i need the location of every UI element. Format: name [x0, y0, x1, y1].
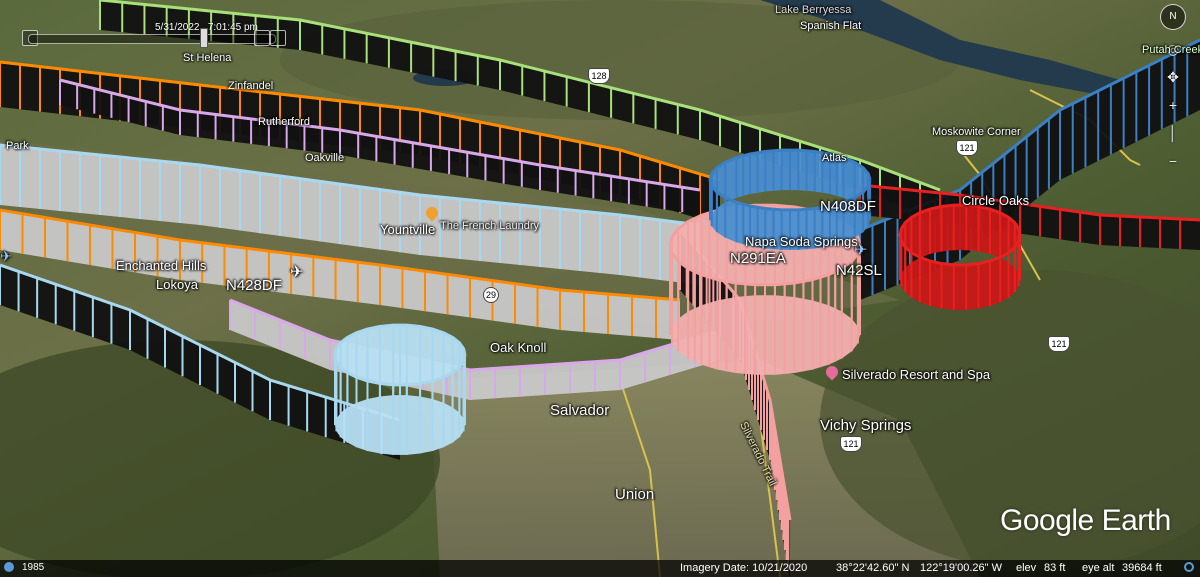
place-label[interactable]: Vichy Springs	[820, 417, 911, 434]
elev-value: 83 ft	[1044, 562, 1066, 574]
place-label[interactable]: Circle Oaks	[962, 193, 1029, 208]
aircraft-label[interactable]: N291EA	[730, 250, 786, 267]
place-label[interactable]: Union	[615, 486, 654, 503]
historical-year[interactable]: 1985	[18, 561, 48, 576]
place-label[interactable]: Spanish Flat	[800, 20, 861, 32]
place-label[interactable]: Lake Berryessa	[775, 4, 851, 16]
place-label[interactable]: Enchanted Hills	[116, 258, 206, 273]
airplane-icon[interactable]: ✈	[854, 240, 867, 260]
place-label[interactable]: Park	[6, 140, 29, 152]
place-label[interactable]: Putah Creek	[1142, 44, 1200, 56]
date-text: 5/31/2022	[155, 22, 200, 33]
place-label[interactable]: Atlas	[822, 152, 846, 164]
time-text: 7:01:45 pm	[207, 22, 258, 33]
longitude: 122°19'00.26" W	[920, 562, 1002, 574]
eye-alt-label: eye alt	[1082, 562, 1115, 574]
timestamp: 5/31/2022 7:01:45 pm	[155, 22, 258, 33]
slider-settings-button[interactable]	[270, 30, 286, 46]
airplane-icon[interactable]: ✈	[290, 262, 303, 282]
map-viewport[interactable]: 5/31/2022 7:01:45 pm N ◎ ✥ + │ − St Hele…	[0, 0, 1200, 577]
route-shield: 29	[483, 287, 499, 303]
place-label[interactable]: Yountville	[380, 222, 435, 237]
place-label[interactable]: Zinfandel	[228, 80, 273, 92]
route-shield: 121	[956, 140, 978, 156]
place-label[interactable]: Napa Soda Springs	[745, 234, 858, 249]
streaming-status-icon	[1184, 562, 1194, 572]
slider-track[interactable]	[28, 34, 276, 44]
place-label[interactable]: Oakville	[305, 152, 344, 164]
status-bar: 1985 Imagery Date: 10/21/2020 38°22'42.6…	[0, 560, 1200, 577]
aircraft-label[interactable]: N428DF	[226, 277, 282, 294]
elev-label: elev	[1016, 562, 1037, 574]
place-label[interactable]: Lokoya	[156, 277, 198, 292]
zoom-in-icon[interactable]: +	[1162, 94, 1184, 116]
imagery-date: Imagery Date: 10/21/2020	[680, 562, 808, 574]
route-shield: 121	[840, 436, 862, 452]
poi-label[interactable]: Silverado Resort and Spa	[842, 367, 990, 382]
navigation-controls[interactable]: N ◎ ✥ + │ −	[1158, 4, 1188, 178]
place-label[interactable]: St Helena	[183, 52, 231, 64]
globe-icon	[4, 562, 14, 572]
compass-icon[interactable]: N	[1160, 4, 1186, 30]
latitude: 38°22'42.60" N	[836, 562, 910, 574]
place-label[interactable]: Oak Knoll	[490, 340, 546, 355]
route-shield: 128	[588, 68, 610, 84]
aircraft-label[interactable]: N408DF	[820, 198, 876, 215]
place-label[interactable]: Moskowite Corner	[932, 126, 1021, 138]
eye-alt-value: 39684 ft	[1122, 562, 1162, 574]
move-joystick-icon[interactable]: ✥	[1162, 66, 1184, 88]
poi-label[interactable]: The French Laundry	[440, 220, 539, 232]
aircraft-label[interactable]: N42SL	[836, 262, 882, 279]
zoom-slider-icon[interactable]: │	[1162, 122, 1184, 144]
place-label[interactable]: Rutherford	[258, 116, 310, 128]
zoom-out-icon[interactable]: −	[1162, 150, 1184, 172]
airplane-icon[interactable]: ✈	[0, 248, 12, 265]
google-earth-logo: Google Earth	[1000, 504, 1171, 537]
route-shield: 121	[1048, 336, 1070, 352]
place-label[interactable]: Salvador	[550, 402, 609, 419]
